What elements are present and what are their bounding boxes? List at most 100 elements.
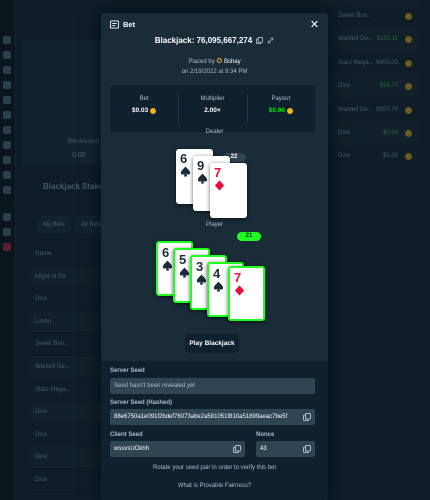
copy-icon[interactable] bbox=[233, 445, 241, 453]
spade-icon bbox=[196, 274, 207, 285]
list-item[interactable]: Starz Mega... $400.00 bbox=[322, 52, 418, 75]
vip-star-icon: ✪ bbox=[216, 58, 223, 65]
sword-icon[interactable] bbox=[3, 186, 11, 194]
list-item[interactable]: Wanted De... $131.11 bbox=[322, 28, 418, 52]
dealer-card: 7 bbox=[210, 163, 247, 218]
placed-by: Placed by ✪ Bshay bbox=[188, 58, 241, 65]
sports-icon[interactable] bbox=[3, 66, 11, 74]
list-item[interactable]: Dice bbox=[30, 401, 102, 424]
server-seed-hashed-label: Server Seed (Hashed) bbox=[110, 400, 173, 406]
tab-my-bets[interactable]: My Bets bbox=[36, 216, 72, 234]
spade-icon bbox=[162, 260, 173, 271]
copy-icon[interactable] bbox=[256, 37, 264, 44]
stat-bet: Bet $0.03 bbox=[110, 85, 178, 132]
list-item[interactable]: Might of Ra bbox=[30, 265, 102, 289]
bet-date: on 2/19/2022 at 9:34 PM bbox=[181, 69, 248, 75]
diamond-icon bbox=[234, 285, 245, 296]
list-item[interactable]: Dice bbox=[30, 469, 102, 492]
list-item[interactable]: Dice $14.77 bbox=[322, 75, 418, 99]
card-rank: 5 bbox=[179, 252, 187, 267]
card-rank: 6 bbox=[162, 245, 170, 260]
server-seed-hashed-field[interactable]: 88e6750a1e091f2bdef76073abe2a581051f810a… bbox=[110, 409, 315, 425]
coin-icon bbox=[286, 107, 293, 114]
dice-icon[interactable] bbox=[3, 156, 11, 164]
game-id-row: Blackjack: 76,095,667,274 bbox=[101, 36, 328, 45]
nonce-field[interactable]: 43 bbox=[256, 441, 315, 457]
home-icon[interactable] bbox=[3, 36, 11, 44]
list-item[interactable]: Wanted De... bbox=[30, 355, 102, 379]
modal-title: Bet bbox=[110, 20, 135, 29]
gear-icon[interactable] bbox=[3, 213, 11, 221]
spade-icon bbox=[213, 281, 224, 292]
player-card: 7 bbox=[228, 266, 265, 321]
bet-amount-value[interactable]: 0.00 bbox=[72, 152, 86, 159]
game-id: Blackjack: 76,095,667,274 bbox=[154, 36, 253, 45]
right-bets-list: Sweet Bon... Wanted De... $131.11 Starz M… bbox=[322, 0, 418, 169]
provable-fairness-link[interactable]: What is Provable Fairness? bbox=[101, 483, 328, 489]
list-header: Game bbox=[30, 243, 102, 266]
play-blackjack-button[interactable]: Play Blackjack bbox=[185, 334, 239, 353]
card-rank: 4 bbox=[213, 266, 221, 281]
spade-icon bbox=[179, 267, 190, 278]
close-button[interactable]: ✕ bbox=[308, 19, 321, 32]
coin-icon bbox=[405, 36, 412, 44]
spade-icon bbox=[197, 173, 208, 184]
list-item[interactable]: Limbo bbox=[30, 310, 102, 334]
bolt-icon[interactable] bbox=[3, 171, 11, 179]
bet-stats: Bet $0.03 Multiplier 2.00× Payout $0.06 bbox=[110, 85, 315, 132]
card-rank: 7 bbox=[214, 165, 222, 180]
server-seed-label: Server Seed bbox=[110, 368, 145, 374]
gift-icon[interactable] bbox=[3, 126, 11, 134]
ticket-icon bbox=[110, 20, 119, 29]
list-item[interactable]: Sweet Bon... bbox=[30, 333, 102, 356]
stat-multiplier: Multiplier 2.00× bbox=[178, 85, 246, 132]
spade-icon bbox=[180, 166, 191, 177]
link-icon[interactable] bbox=[267, 37, 274, 44]
diamond-icon bbox=[214, 180, 225, 191]
fairness-section: Server Seed Seed hasn't been revealed ye… bbox=[101, 361, 328, 500]
rocket-icon[interactable] bbox=[3, 96, 11, 104]
card-rank: 6 bbox=[180, 151, 188, 166]
bets-list: Game Might of Ra Dice Limbo Sweet Bon...… bbox=[30, 243, 102, 492]
coin-icon bbox=[150, 107, 157, 114]
copy-icon[interactable] bbox=[303, 445, 311, 453]
coin-icon bbox=[405, 13, 412, 20]
chat-icon[interactable] bbox=[3, 228, 11, 236]
bet-amount-label: Bet Amount bbox=[68, 139, 100, 145]
sidebar-rail bbox=[0, 0, 14, 500]
list-item[interactable]: Dice $0.00 bbox=[322, 121, 418, 146]
card-rank: 3 bbox=[196, 259, 204, 274]
list-item[interactable]: Dice bbox=[30, 446, 102, 469]
live-icon[interactable] bbox=[3, 243, 11, 251]
list-item[interactable]: Dice bbox=[30, 288, 102, 311]
copy-icon[interactable] bbox=[303, 413, 311, 421]
username-link[interactable]: Bshay bbox=[224, 59, 241, 65]
player-score-badge: 21 bbox=[237, 232, 261, 241]
bet-controls-panel: Bet Amount 0.00 bbox=[22, 40, 108, 165]
coin-icon bbox=[405, 153, 412, 161]
coin-icon bbox=[405, 83, 412, 91]
rotate-seed-note: Rotate your seed pair in order to verify… bbox=[152, 465, 277, 471]
casino-icon[interactable] bbox=[3, 51, 11, 59]
player-label: Player bbox=[205, 222, 223, 228]
card-rank: 9 bbox=[197, 158, 205, 173]
client-seed-field[interactable]: wssvsUOkhh bbox=[110, 441, 245, 457]
list-item[interactable]: Dice bbox=[30, 424, 102, 447]
modal-title-text: Bet bbox=[123, 20, 136, 29]
stat-payout: Payout $0.06 bbox=[246, 85, 315, 132]
list-item[interactable]: Starz Mega... bbox=[30, 379, 102, 402]
list-item[interactable]: Sweet Bon... bbox=[322, 5, 418, 28]
star-icon[interactable] bbox=[3, 111, 11, 119]
nonce-label: Nonce bbox=[256, 432, 275, 438]
card-rank: 7 bbox=[234, 270, 242, 285]
headset-icon[interactable] bbox=[3, 81, 11, 89]
bet-details-modal: Bet ✕ Blackjack: 76,095,667,274 Placed b… bbox=[101, 13, 328, 500]
client-seed-label: Client Seed bbox=[110, 432, 143, 438]
fire-icon[interactable] bbox=[3, 141, 11, 149]
coin-icon bbox=[405, 59, 412, 67]
coin-icon bbox=[405, 129, 412, 137]
dealer-label: Dealer bbox=[205, 129, 224, 135]
list-item[interactable]: Dice $1.00 bbox=[322, 145, 418, 168]
server-seed-field[interactable]: Seed hasn't been revealed yet bbox=[110, 378, 315, 394]
list-item[interactable]: Wanted De... $557.76 bbox=[322, 99, 418, 122]
